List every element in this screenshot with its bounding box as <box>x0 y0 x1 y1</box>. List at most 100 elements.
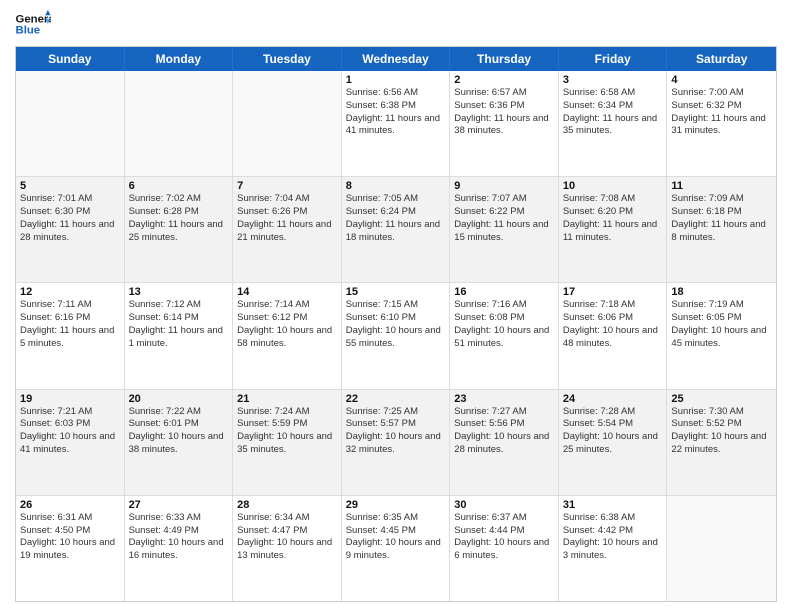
day-info: Sunrise: 7:30 AMSunset: 5:52 PMDaylight:… <box>671 406 772 457</box>
day-number: 4 <box>671 74 772 86</box>
sunset-text: Sunset: 5:59 PM <box>237 418 337 431</box>
day-cell-24: 24Sunrise: 7:28 AMSunset: 5:54 PMDayligh… <box>559 390 668 495</box>
day-cell-23: 23Sunrise: 7:27 AMSunset: 5:56 PMDayligh… <box>450 390 559 495</box>
day-cell-25: 25Sunrise: 7:30 AMSunset: 5:52 PMDayligh… <box>667 390 776 495</box>
day-cell-4: 4Sunrise: 7:00 AMSunset: 6:32 PMDaylight… <box>667 71 776 176</box>
day-info: Sunrise: 7:00 AMSunset: 6:32 PMDaylight:… <box>671 87 772 138</box>
day-cell-28: 28Sunrise: 6:34 AMSunset: 4:47 PMDayligh… <box>233 496 342 601</box>
day-info: Sunrise: 7:01 AMSunset: 6:30 PMDaylight:… <box>20 193 120 244</box>
daylight-text: Daylight: 11 hours and 18 minutes. <box>346 219 446 245</box>
day-cell-26: 26Sunrise: 6:31 AMSunset: 4:50 PMDayligh… <box>16 496 125 601</box>
daylight-text: Daylight: 11 hours and 35 minutes. <box>563 113 663 139</box>
day-number: 17 <box>563 286 663 298</box>
daylight-text: Daylight: 10 hours and 58 minutes. <box>237 325 337 351</box>
day-info: Sunrise: 7:22 AMSunset: 6:01 PMDaylight:… <box>129 406 229 457</box>
sunset-text: Sunset: 4:50 PM <box>20 525 120 538</box>
sunrise-text: Sunrise: 7:09 AM <box>671 193 772 206</box>
daylight-text: Daylight: 10 hours and 41 minutes. <box>20 431 120 457</box>
sunrise-text: Sunrise: 7:05 AM <box>346 193 446 206</box>
daylight-text: Daylight: 10 hours and 32 minutes. <box>346 431 446 457</box>
day-cell-30: 30Sunrise: 6:37 AMSunset: 4:44 PMDayligh… <box>450 496 559 601</box>
day-number: 25 <box>671 393 772 405</box>
sunset-text: Sunset: 6:28 PM <box>129 206 229 219</box>
day-cell-14: 14Sunrise: 7:14 AMSunset: 6:12 PMDayligh… <box>233 283 342 388</box>
daylight-text: Daylight: 10 hours and 9 minutes. <box>346 537 446 563</box>
day-info: Sunrise: 7:05 AMSunset: 6:24 PMDaylight:… <box>346 193 446 244</box>
sunset-text: Sunset: 6:06 PM <box>563 312 663 325</box>
daylight-text: Daylight: 10 hours and 13 minutes. <box>237 537 337 563</box>
daylight-text: Daylight: 11 hours and 21 minutes. <box>237 219 337 245</box>
day-number: 16 <box>454 286 554 298</box>
daylight-text: Daylight: 10 hours and 25 minutes. <box>563 431 663 457</box>
daylight-text: Daylight: 10 hours and 19 minutes. <box>20 537 120 563</box>
daylight-text: Daylight: 10 hours and 48 minutes. <box>563 325 663 351</box>
sunset-text: Sunset: 6:26 PM <box>237 206 337 219</box>
sunset-text: Sunset: 4:47 PM <box>237 525 337 538</box>
sunrise-text: Sunrise: 6:35 AM <box>346 512 446 525</box>
day-cell-15: 15Sunrise: 7:15 AMSunset: 6:10 PMDayligh… <box>342 283 451 388</box>
daylight-text: Daylight: 11 hours and 8 minutes. <box>671 219 772 245</box>
day-info: Sunrise: 6:56 AMSunset: 6:38 PMDaylight:… <box>346 87 446 138</box>
day-info: Sunrise: 6:33 AMSunset: 4:49 PMDaylight:… <box>129 512 229 563</box>
daylight-text: Daylight: 10 hours and 55 minutes. <box>346 325 446 351</box>
day-info: Sunrise: 6:57 AMSunset: 6:36 PMDaylight:… <box>454 87 554 138</box>
day-cell-31: 31Sunrise: 6:38 AMSunset: 4:42 PMDayligh… <box>559 496 668 601</box>
day-cell-2: 2Sunrise: 6:57 AMSunset: 6:36 PMDaylight… <box>450 71 559 176</box>
daylight-text: Daylight: 11 hours and 31 minutes. <box>671 113 772 139</box>
daylight-text: Daylight: 11 hours and 28 minutes. <box>20 219 120 245</box>
sunrise-text: Sunrise: 7:08 AM <box>563 193 663 206</box>
day-info: Sunrise: 7:14 AMSunset: 6:12 PMDaylight:… <box>237 299 337 350</box>
day-number: 10 <box>563 180 663 192</box>
sunrise-text: Sunrise: 7:12 AM <box>129 299 229 312</box>
sunrise-text: Sunrise: 7:21 AM <box>20 406 120 419</box>
calendar-body: 1Sunrise: 6:56 AMSunset: 6:38 PMDaylight… <box>16 71 776 601</box>
day-number: 26 <box>20 499 120 511</box>
day-cell-18: 18Sunrise: 7:19 AMSunset: 6:05 PMDayligh… <box>667 283 776 388</box>
sunrise-text: Sunrise: 6:33 AM <box>129 512 229 525</box>
day-info: Sunrise: 7:28 AMSunset: 5:54 PMDaylight:… <box>563 406 663 457</box>
sunset-text: Sunset: 6:14 PM <box>129 312 229 325</box>
sunset-text: Sunset: 6:18 PM <box>671 206 772 219</box>
day-info: Sunrise: 7:12 AMSunset: 6:14 PMDaylight:… <box>129 299 229 350</box>
day-number: 5 <box>20 180 120 192</box>
day-cell-21: 21Sunrise: 7:24 AMSunset: 5:59 PMDayligh… <box>233 390 342 495</box>
sunset-text: Sunset: 5:52 PM <box>671 418 772 431</box>
day-number: 3 <box>563 74 663 86</box>
day-number: 19 <box>20 393 120 405</box>
logo: General Blue <box>15 10 51 38</box>
sunrise-text: Sunrise: 6:38 AM <box>563 512 663 525</box>
day-cell-12: 12Sunrise: 7:11 AMSunset: 6:16 PMDayligh… <box>16 283 125 388</box>
day-number: 6 <box>129 180 229 192</box>
calendar-header: SundayMondayTuesdayWednesdayThursdayFrid… <box>16 47 776 71</box>
day-info: Sunrise: 7:11 AMSunset: 6:16 PMDaylight:… <box>20 299 120 350</box>
day-cell-6: 6Sunrise: 7:02 AMSunset: 6:28 PMDaylight… <box>125 177 234 282</box>
day-header-tuesday: Tuesday <box>233 47 342 71</box>
sunrise-text: Sunrise: 6:31 AM <box>20 512 120 525</box>
daylight-text: Daylight: 10 hours and 3 minutes. <box>563 537 663 563</box>
sunrise-text: Sunrise: 6:37 AM <box>454 512 554 525</box>
day-number: 30 <box>454 499 554 511</box>
daylight-text: Daylight: 11 hours and 11 minutes. <box>563 219 663 245</box>
day-info: Sunrise: 6:38 AMSunset: 4:42 PMDaylight:… <box>563 512 663 563</box>
empty-cell <box>233 71 342 176</box>
daylight-text: Daylight: 10 hours and 38 minutes. <box>129 431 229 457</box>
day-cell-22: 22Sunrise: 7:25 AMSunset: 5:57 PMDayligh… <box>342 390 451 495</box>
day-number: 20 <box>129 393 229 405</box>
sunrise-text: Sunrise: 7:04 AM <box>237 193 337 206</box>
page-header: General Blue <box>15 10 777 38</box>
sunset-text: Sunset: 6:05 PM <box>671 312 772 325</box>
day-info: Sunrise: 6:37 AMSunset: 4:44 PMDaylight:… <box>454 512 554 563</box>
day-info: Sunrise: 7:04 AMSunset: 6:26 PMDaylight:… <box>237 193 337 244</box>
sunrise-text: Sunrise: 7:14 AM <box>237 299 337 312</box>
sunrise-text: Sunrise: 7:00 AM <box>671 87 772 100</box>
sunrise-text: Sunrise: 7:27 AM <box>454 406 554 419</box>
sunset-text: Sunset: 6:24 PM <box>346 206 446 219</box>
empty-cell <box>16 71 125 176</box>
sunset-text: Sunset: 5:56 PM <box>454 418 554 431</box>
day-number: 23 <box>454 393 554 405</box>
day-info: Sunrise: 7:24 AMSunset: 5:59 PMDaylight:… <box>237 406 337 457</box>
day-number: 8 <box>346 180 446 192</box>
day-cell-9: 9Sunrise: 7:07 AMSunset: 6:22 PMDaylight… <box>450 177 559 282</box>
calendar-row-4: 26Sunrise: 6:31 AMSunset: 4:50 PMDayligh… <box>16 496 776 601</box>
day-number: 15 <box>346 286 446 298</box>
